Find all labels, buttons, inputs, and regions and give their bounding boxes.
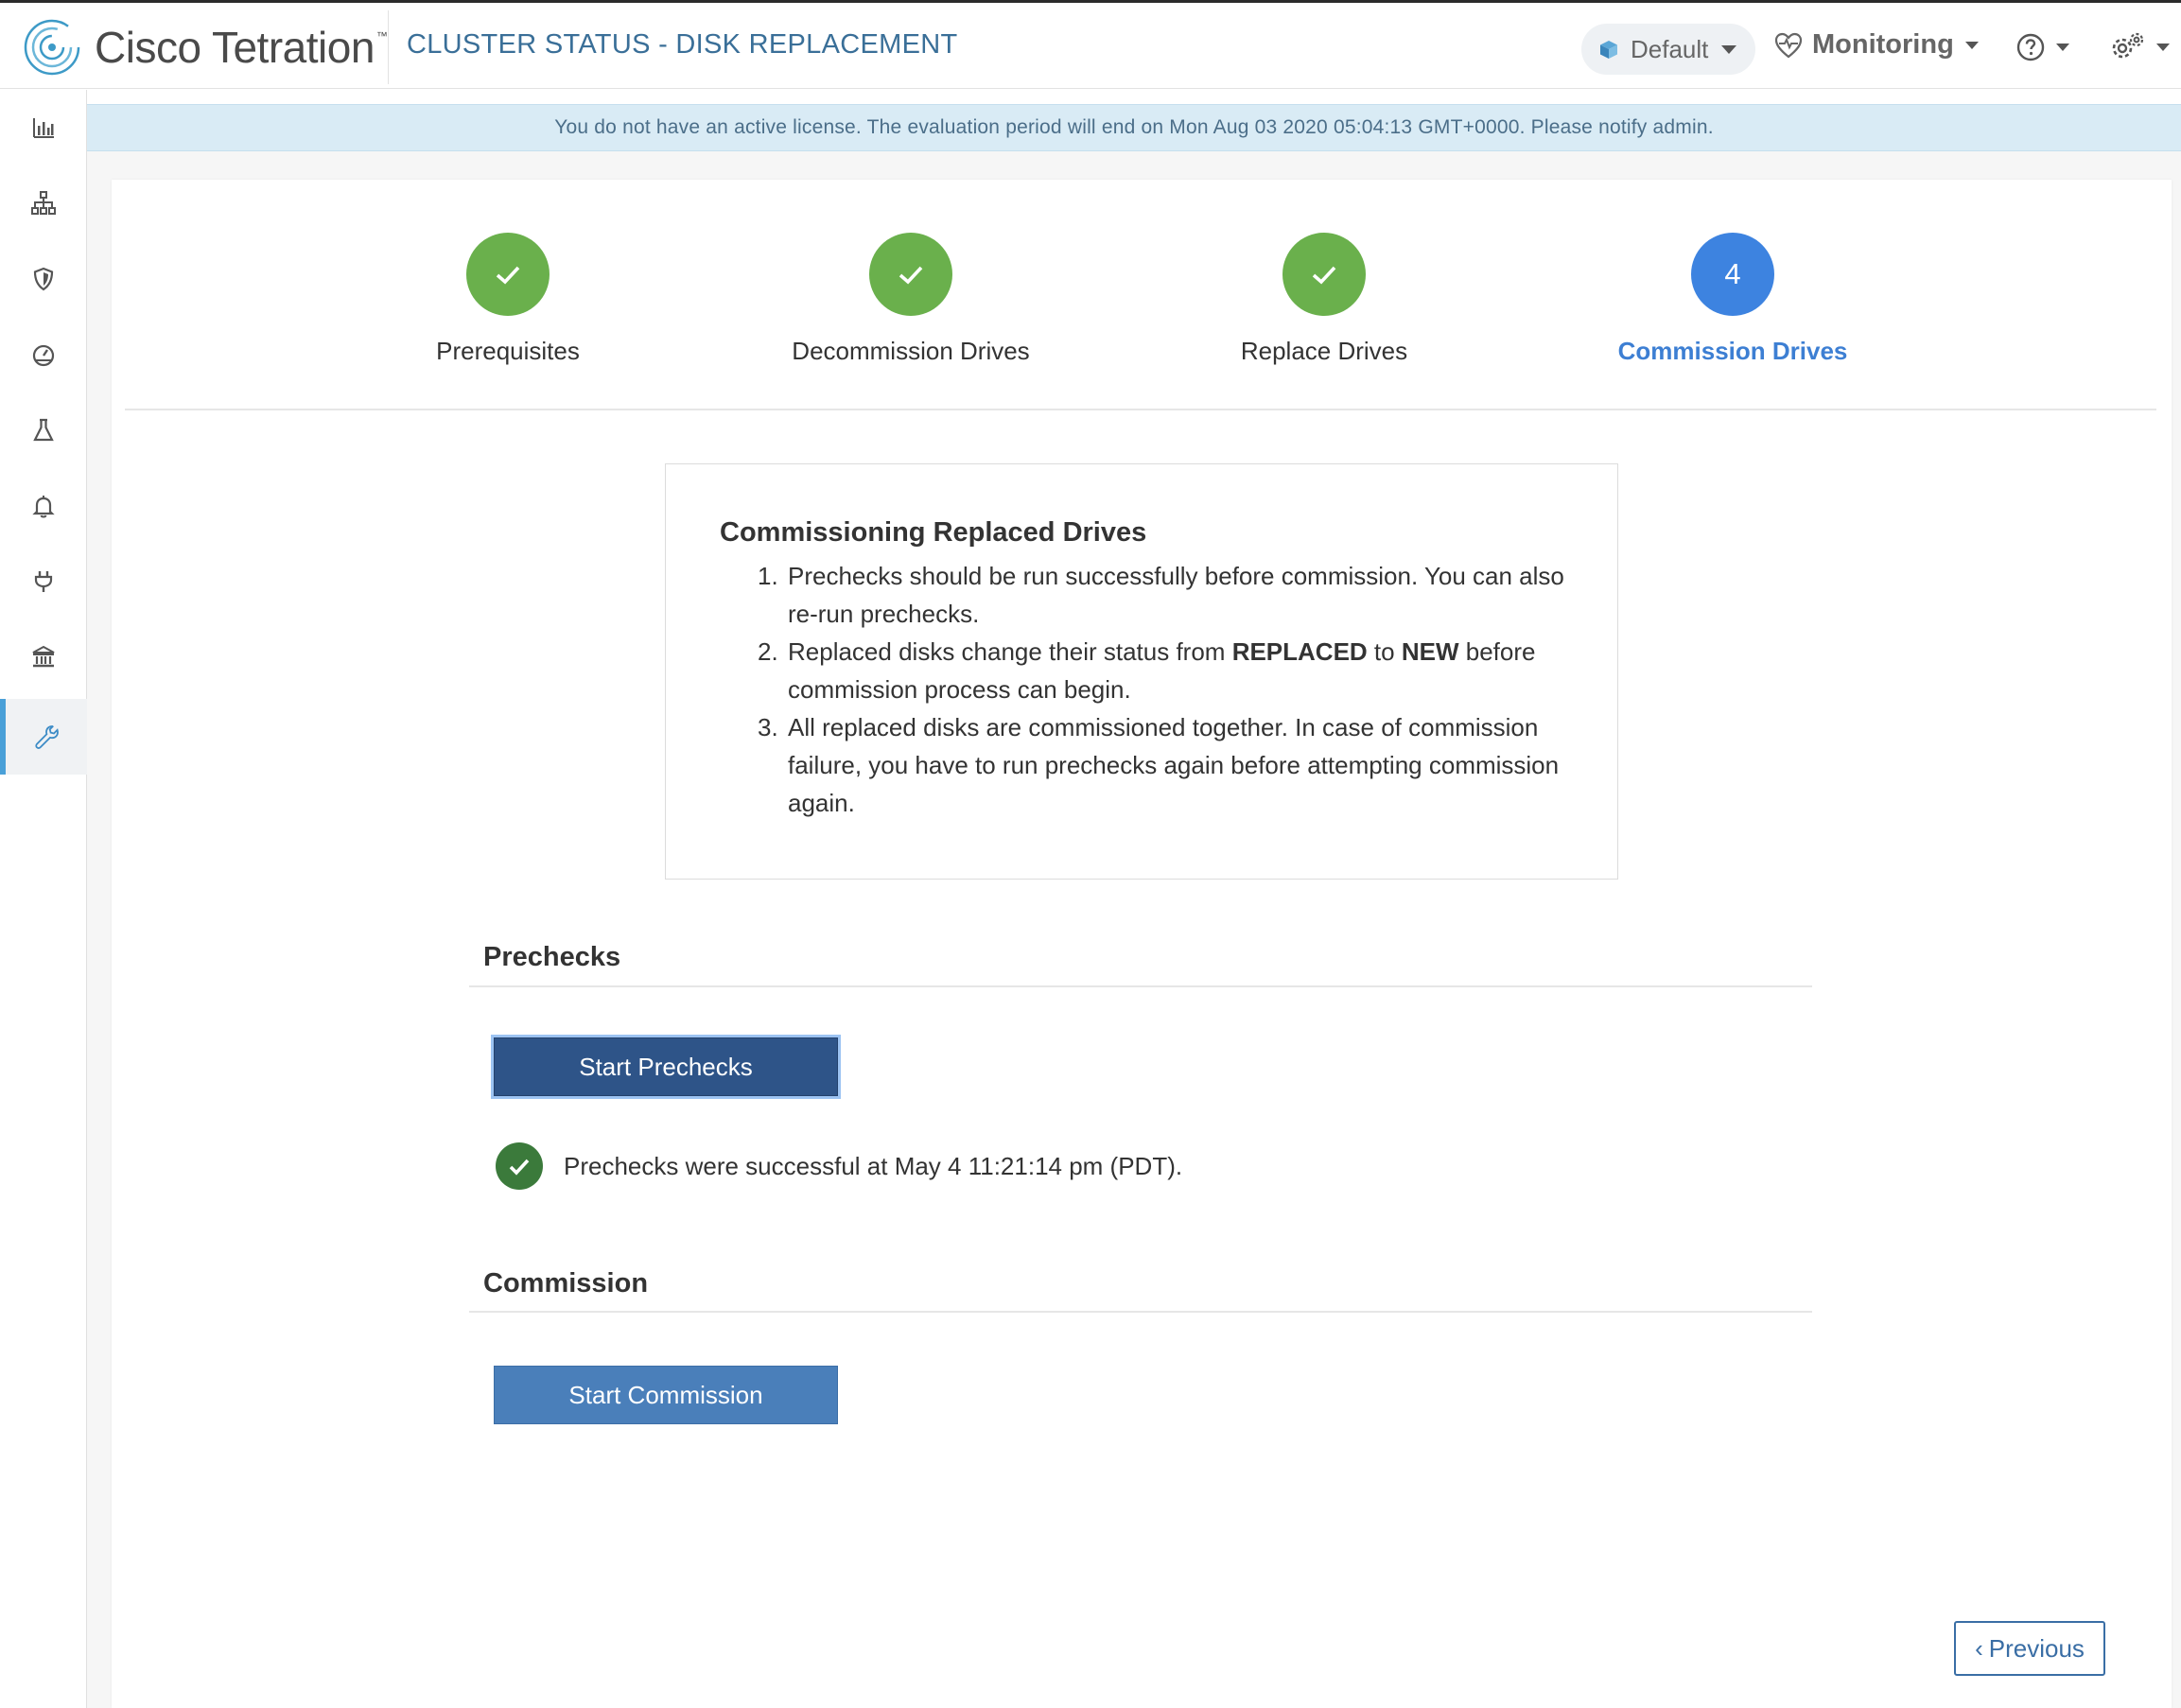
- chevron-down-icon: [1721, 44, 1737, 54]
- commission-title: Commission: [483, 1268, 649, 1298]
- bell-icon: [32, 496, 55, 518]
- license-banner: You do not have an active license. The e…: [87, 104, 2181, 151]
- shield-icon: [33, 267, 54, 291]
- sidebar-item-applications[interactable]: [0, 166, 87, 241]
- sidebar-item-lab[interactable]: [0, 392, 87, 468]
- gears-icon: [2112, 32, 2144, 59]
- start-prechecks-button[interactable]: Start Prechecks: [494, 1037, 838, 1096]
- check-icon: [496, 266, 520, 285]
- header-divider: [388, 10, 389, 84]
- step-label: Commission Drives: [1617, 337, 1848, 365]
- previous-label: Previous: [1988, 1633, 2085, 1663]
- sidebar-item-connectors[interactable]: [0, 544, 87, 619]
- help-menu[interactable]: [2016, 33, 2069, 61]
- tetration-logo-icon: [24, 19, 80, 76]
- prechecks-title: Prechecks: [483, 942, 621, 972]
- step-label: Replace Drives: [1240, 337, 1408, 365]
- sidebar-item-maintenance[interactable]: [0, 699, 87, 775]
- hierarchy-icon: [31, 191, 56, 215]
- cube-icon: [1600, 41, 1617, 59]
- info-box: Commissioning Replaced Drives 1. Precheck…: [665, 463, 1618, 880]
- chevron-down-icon: [2056, 44, 2069, 51]
- brand-logo[interactable]: Cisco Tetration ™: [23, 16, 388, 78]
- sidebar-item-dashboard[interactable]: [0, 90, 87, 166]
- monitoring-menu[interactable]: Monitoring: [1774, 29, 1979, 61]
- scope-label: Default: [1631, 34, 1709, 63]
- heart-pulse-icon: [1774, 32, 1803, 58]
- plug-icon: [34, 571, 53, 592]
- bank-icon: [32, 645, 55, 668]
- scope-selector[interactable]: Default: [1581, 24, 1755, 75]
- stepper-divider: [125, 409, 2156, 410]
- step-status-active: 4: [1691, 233, 1774, 316]
- prechecks-status: Prechecks were successful at May 4 11:21…: [496, 1142, 1182, 1190]
- success-check-icon: [496, 1142, 543, 1190]
- chevron-down-icon: [1964, 41, 1979, 49]
- dashboard-gauge-icon: [32, 344, 55, 367]
- prechecks-divider: [469, 985, 1812, 987]
- sidebar-item-compliance[interactable]: [0, 619, 87, 695]
- list-item: 3. All replaced disks are commissioned to…: [758, 713, 1560, 817]
- list-item: 2. Replaced disks change their status fro…: [758, 637, 1536, 704]
- step-number: 4: [1724, 257, 1741, 290]
- commission-divider: [469, 1311, 1812, 1313]
- sidebar-item-security[interactable]: [0, 241, 87, 317]
- sidebar-item-alerts[interactable]: [0, 468, 87, 544]
- list-item: 1. Prechecks should be run successfully b…: [758, 562, 1564, 628]
- step-status-done: [466, 233, 550, 316]
- step-label: Decommission Drives: [792, 337, 1030, 365]
- prechecks-status-text: Prechecks were successful at May 4 11:21…: [564, 1151, 1183, 1180]
- flask-icon: [33, 418, 54, 442]
- step-status-done: [1282, 233, 1366, 316]
- start-commission-button[interactable]: Start Commission: [494, 1366, 838, 1424]
- check-icon: [899, 266, 923, 285]
- settings-menu[interactable]: [2109, 31, 2170, 63]
- help-icon: [2016, 33, 2045, 61]
- chevron-left-icon: ‹: [1975, 1633, 1983, 1663]
- monitoring-label: Monitoring: [1812, 29, 1954, 60]
- bar-chart-icon: [33, 118, 54, 138]
- info-list: 1. Prechecks should be run successfully b…: [720, 557, 1571, 822]
- license-banner-text: You do not have an active license. The e…: [554, 116, 1714, 138]
- sidebar: [0, 90, 87, 1708]
- sidebar-item-monitoring[interactable]: [0, 317, 87, 392]
- step-status-done: [869, 233, 952, 316]
- step-label: Prerequisites: [436, 337, 580, 365]
- step-replace-drives: Replace Drives: [1135, 233, 1513, 366]
- top-header: Cisco Tetration ™ CLUSTER STATUS - DISK R…: [0, 0, 2181, 89]
- info-title: Commissioning Replaced Drives: [720, 517, 1147, 548]
- step-commission-drives: 4 Commission Drives: [1544, 233, 1922, 366]
- previous-button[interactable]: ‹ Previous: [1954, 1621, 2105, 1676]
- step-decommission-drives: Decommission Drives: [722, 233, 1100, 366]
- chevron-down-icon: [2156, 44, 2170, 51]
- step-prerequisites: Prerequisites: [319, 233, 697, 366]
- brand-name: Cisco Tetration ™: [95, 23, 388, 72]
- page-title: CLUSTER STATUS - DISK REPLACEMENT: [407, 29, 958, 60]
- check-icon: [1312, 266, 1336, 285]
- wrench-icon: [35, 724, 59, 749]
